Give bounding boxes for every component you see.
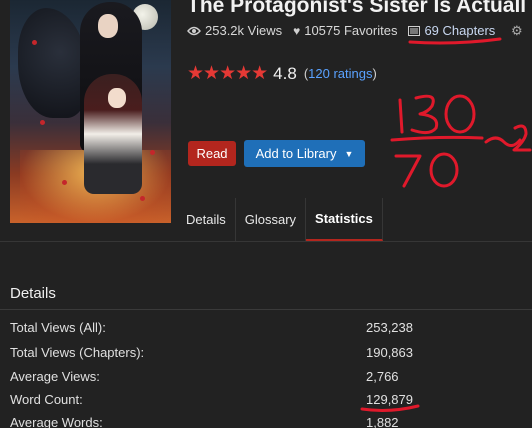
read-button[interactable]: Read: [188, 141, 236, 166]
add-to-library-label: Add to Library: [255, 146, 337, 161]
views-count: 253.2k Views: [205, 23, 283, 38]
eye-icon: [187, 26, 201, 35]
favorites-count: 10575 Favorites: [304, 23, 398, 38]
stat-value: 1,882: [366, 415, 399, 428]
cover-girl-face: [108, 88, 126, 108]
views-stat: 253.2k Views: [187, 23, 282, 38]
tabs-divider: [0, 241, 532, 242]
stat-label: Total Views (Chapters):: [10, 345, 145, 360]
ink-digit-0b: [429, 152, 459, 188]
stat-label: Average Views:: [10, 369, 100, 384]
ink-tilde: [484, 136, 522, 147]
cover-petal: [62, 180, 67, 185]
ink-digit-3: [410, 94, 439, 135]
list-icon: [408, 25, 421, 36]
detail-tabs: Details Glossary Statistics: [177, 198, 383, 241]
underline-chapters: [408, 37, 502, 45]
ratings-link[interactable]: 120 ratings: [308, 66, 372, 81]
cover-petal: [150, 150, 155, 155]
stat-value: 2,766: [366, 369, 399, 384]
ink-digit-1: [398, 98, 404, 134]
chapters-count: 69 Chapters: [424, 23, 496, 38]
rating-score: 4.8: [273, 63, 297, 83]
cover-petal: [40, 120, 45, 125]
ink-digit-0: [444, 94, 476, 134]
rating-count: (120 ratings): [304, 66, 377, 81]
ink-digit-2: [512, 124, 532, 152]
cover-man-face: [98, 14, 118, 38]
rating-row: ★★★★★ 4.8 (120 ratings): [187, 62, 377, 85]
stat-row-average-words: Average Words: 1,882: [10, 415, 520, 428]
novel-stats: 253.2k Views ♥ 10575 Favorites 69 Chapte…: [187, 23, 523, 38]
ink-fraction-bar: [390, 135, 484, 142]
add-to-library-button[interactable]: Add to Library ▼: [244, 140, 365, 167]
heart-icon: ♥: [293, 23, 301, 38]
favorites-stat: ♥ 10575 Favorites: [293, 23, 397, 38]
stat-row-average-views: Average Views: 2,766: [10, 369, 520, 384]
cover-image: [10, 0, 171, 223]
cover-petal: [140, 196, 145, 201]
rating-stars-icon: ★★★★★: [187, 63, 268, 84]
ink-digit-7: [394, 154, 422, 188]
cover-petal: [32, 40, 37, 45]
stat-value: 190,863: [366, 345, 413, 360]
cover-wolf-shape: [18, 8, 88, 118]
stat-label: Total Views (All):: [10, 320, 106, 335]
stat-row-word-count: Word Count: 129,879: [10, 392, 520, 407]
details-heading: Details: [10, 285, 56, 302]
tab-statistics[interactable]: Statistics: [306, 198, 383, 241]
caret-down-icon: ▼: [344, 148, 354, 159]
gear-icon[interactable]: ⚙: [511, 23, 523, 39]
details-divider: [0, 309, 532, 310]
tab-glossary[interactable]: Glossary: [236, 198, 307, 241]
stat-value: 253,238: [366, 320, 413, 335]
stat-row-total-views-all: Total Views (All): 253,238: [10, 320, 520, 335]
stat-label: Average Words:: [10, 415, 103, 428]
rating-count-close: ): [372, 66, 377, 81]
tab-details[interactable]: Details: [177, 198, 236, 241]
novel-title: The Protagonist's Sister Is Actuall: [187, 0, 527, 17]
stat-label: Word Count:: [10, 392, 83, 407]
chapters-link[interactable]: 69 Chapters: [408, 23, 495, 38]
stat-value: 129,879: [366, 392, 413, 407]
stat-row-total-views-chapters: Total Views (Chapters): 190,863: [10, 345, 520, 360]
